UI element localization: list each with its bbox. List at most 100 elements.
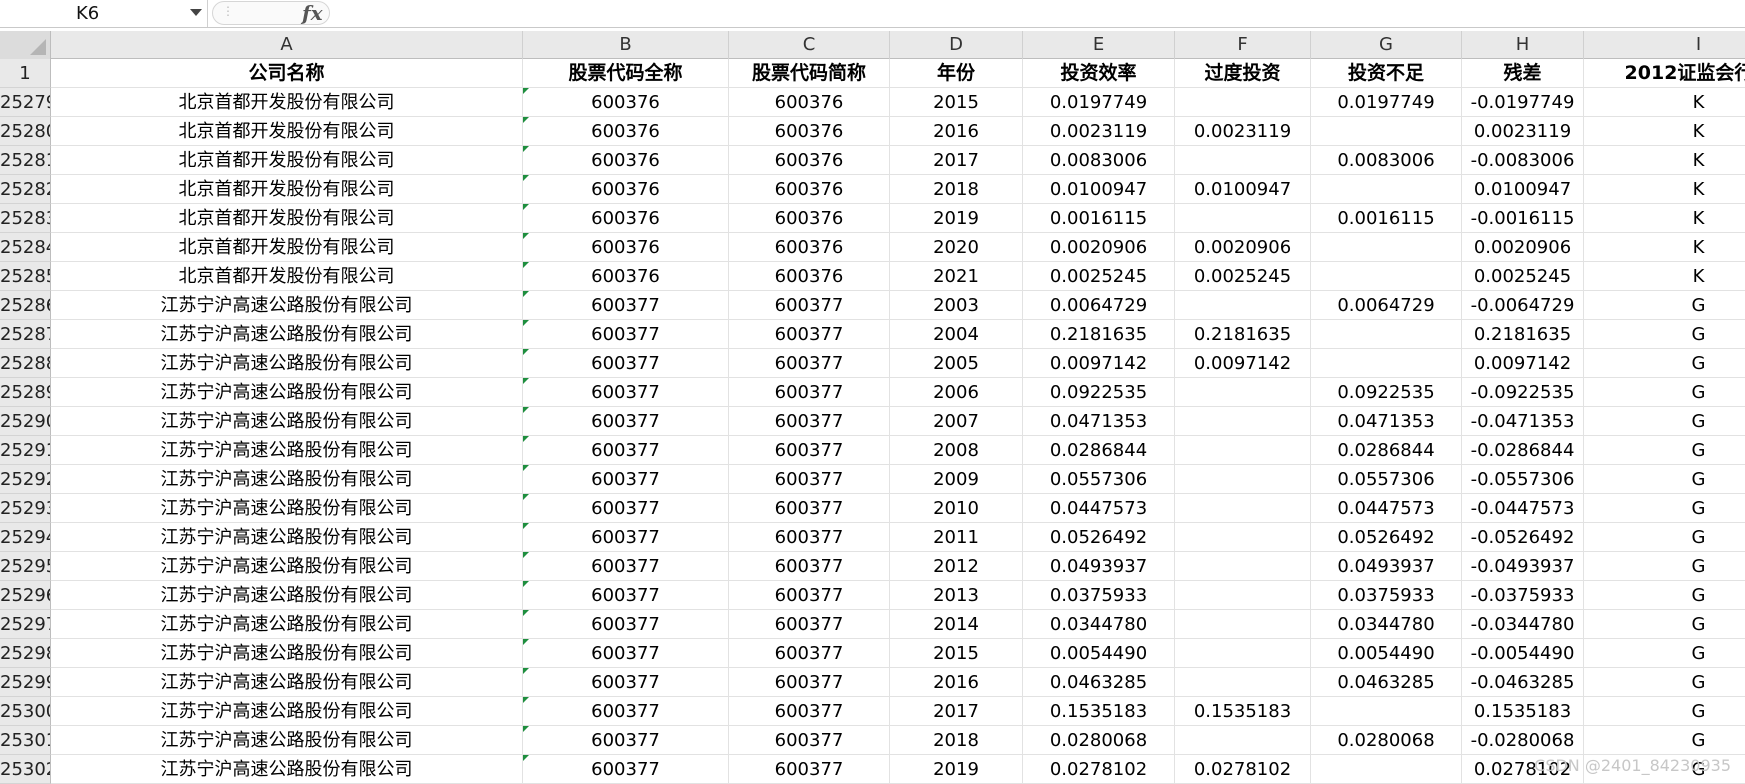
table-cell[interactable]: 2012	[890, 552, 1023, 581]
table-cell[interactable]: 0.1535183	[1175, 697, 1311, 726]
table-cell[interactable]	[1175, 494, 1311, 523]
table-cell[interactable]: G	[1584, 726, 1745, 755]
table-cell[interactable]: 0.0064729	[1311, 291, 1462, 320]
table-cell[interactable]: G	[1584, 639, 1745, 668]
table-cell[interactable]: 600377	[523, 726, 729, 755]
row-header[interactable]: 25298	[0, 639, 51, 668]
row-header[interactable]: 25284	[0, 233, 51, 262]
table-cell[interactable]	[1175, 465, 1311, 494]
table-cell[interactable]: 2016	[890, 668, 1023, 697]
table-cell[interactable]: -0.0557306	[1462, 465, 1584, 494]
row-header[interactable]: 25285	[0, 262, 51, 291]
table-cell[interactable]: -0.0197749	[1462, 88, 1584, 117]
table-cell[interactable]: 0.0286844	[1023, 436, 1175, 465]
header-cell[interactable]: 股票代码简称	[729, 59, 890, 88]
table-cell[interactable]: 600376	[523, 88, 729, 117]
table-cell[interactable]: 2021	[890, 262, 1023, 291]
table-cell[interactable]: 2017	[890, 146, 1023, 175]
table-cell[interactable]	[1175, 407, 1311, 436]
table-cell[interactable]: 0.0280068	[1023, 726, 1175, 755]
table-cell[interactable]: 2011	[890, 523, 1023, 552]
table-cell[interactable]: 0.0922535	[1023, 378, 1175, 407]
insert-function-icon[interactable]: fx	[302, 1, 323, 25]
table-cell[interactable]: 0.0557306	[1023, 465, 1175, 494]
header-cell[interactable]: 投资不足	[1311, 59, 1462, 88]
table-cell[interactable]: G	[1584, 407, 1745, 436]
table-cell[interactable]: 2010	[890, 494, 1023, 523]
table-cell[interactable]: 600377	[523, 349, 729, 378]
column-header-e[interactable]: E	[1023, 31, 1175, 59]
table-cell[interactable]: -0.0922535	[1462, 378, 1584, 407]
table-cell[interactable]: 0.0557306	[1311, 465, 1462, 494]
table-cell[interactable]: -0.0375933	[1462, 581, 1584, 610]
table-cell[interactable]: -0.0471353	[1462, 407, 1584, 436]
table-cell[interactable]: K	[1584, 233, 1745, 262]
table-cell[interactable]: 北京首都开发股份有限公司	[51, 146, 523, 175]
table-cell[interactable]: 0.0526492	[1023, 523, 1175, 552]
table-cell[interactable]: 江苏宁沪高速公路股份有限公司	[51, 755, 523, 784]
table-cell[interactable]: 600377	[729, 726, 890, 755]
table-cell[interactable]: 600377	[729, 552, 890, 581]
table-cell[interactable]: 2007	[890, 407, 1023, 436]
table-cell[interactable]: 江苏宁沪高速公路股份有限公司	[51, 349, 523, 378]
table-cell[interactable]: G	[1584, 552, 1745, 581]
header-cell[interactable]: 投资效率	[1023, 59, 1175, 88]
table-cell[interactable]: 600376	[729, 146, 890, 175]
header-cell[interactable]: 过度投资	[1175, 59, 1311, 88]
table-cell[interactable]: K	[1584, 88, 1745, 117]
table-cell[interactable]: G	[1584, 697, 1745, 726]
header-cell[interactable]: 年份	[890, 59, 1023, 88]
table-cell[interactable]: G	[1584, 610, 1745, 639]
table-cell[interactable]: 北京首都开发股份有限公司	[51, 204, 523, 233]
table-cell[interactable]: 0.0278102	[1023, 755, 1175, 784]
table-cell[interactable]: 北京首都开发股份有限公司	[51, 175, 523, 204]
table-cell[interactable]: -0.0280068	[1462, 726, 1584, 755]
table-cell[interactable]: -0.0526492	[1462, 523, 1584, 552]
header-cell[interactable]: 残差	[1462, 59, 1584, 88]
table-cell[interactable]: 江苏宁沪高速公路股份有限公司	[51, 407, 523, 436]
table-cell[interactable]: 2018	[890, 726, 1023, 755]
table-cell[interactable]: 0.0020906	[1175, 233, 1311, 262]
table-cell[interactable]: 600377	[729, 610, 890, 639]
table-cell[interactable]	[1311, 175, 1462, 204]
table-cell[interactable]: K	[1584, 175, 1745, 204]
table-cell[interactable]: 600377	[729, 581, 890, 610]
table-cell[interactable]: G	[1584, 465, 1745, 494]
table-cell[interactable]: K	[1584, 204, 1745, 233]
table-cell[interactable]: 0.0197749	[1023, 88, 1175, 117]
table-cell[interactable]: 0.0020906	[1023, 233, 1175, 262]
table-cell[interactable]	[1175, 436, 1311, 465]
row-header[interactable]: 25293	[0, 494, 51, 523]
table-cell[interactable]: K	[1584, 146, 1745, 175]
table-cell[interactable]	[1311, 697, 1462, 726]
table-cell[interactable]: 600376	[729, 117, 890, 146]
table-cell[interactable]: 0.0016115	[1311, 204, 1462, 233]
table-cell[interactable]: 2015	[890, 88, 1023, 117]
table-cell[interactable]: 江苏宁沪高速公路股份有限公司	[51, 552, 523, 581]
table-cell[interactable]: 600377	[729, 436, 890, 465]
table-cell[interactable]: 0.0083006	[1311, 146, 1462, 175]
table-cell[interactable]: 0.0054490	[1311, 639, 1462, 668]
table-cell[interactable]	[1175, 378, 1311, 407]
table-cell[interactable]	[1175, 291, 1311, 320]
table-cell[interactable]: 600376	[729, 233, 890, 262]
table-cell[interactable]: 0.0054490	[1023, 639, 1175, 668]
table-cell[interactable]: 0.0097142	[1023, 349, 1175, 378]
table-cell[interactable]: 2016	[890, 117, 1023, 146]
table-cell[interactable]	[1311, 233, 1462, 262]
table-cell[interactable]: 600377	[523, 639, 729, 668]
table-cell[interactable]: -0.0344780	[1462, 610, 1584, 639]
table-cell[interactable]: 0.0278102	[1175, 755, 1311, 784]
column-header-c[interactable]: C	[729, 31, 890, 59]
table-cell[interactable]: 0.0526492	[1311, 523, 1462, 552]
table-cell[interactable]: 600377	[729, 465, 890, 494]
table-cell[interactable]: -0.0016115	[1462, 204, 1584, 233]
table-cell[interactable]	[1311, 117, 1462, 146]
table-cell[interactable]: 江苏宁沪高速公路股份有限公司	[51, 436, 523, 465]
table-cell[interactable]: 0.2181635	[1175, 320, 1311, 349]
table-cell[interactable]: 600377	[729, 697, 890, 726]
table-cell[interactable]	[1175, 88, 1311, 117]
table-cell[interactable]: 600377	[729, 755, 890, 784]
table-cell[interactable]: K	[1584, 262, 1745, 291]
row-header[interactable]: 25288	[0, 349, 51, 378]
